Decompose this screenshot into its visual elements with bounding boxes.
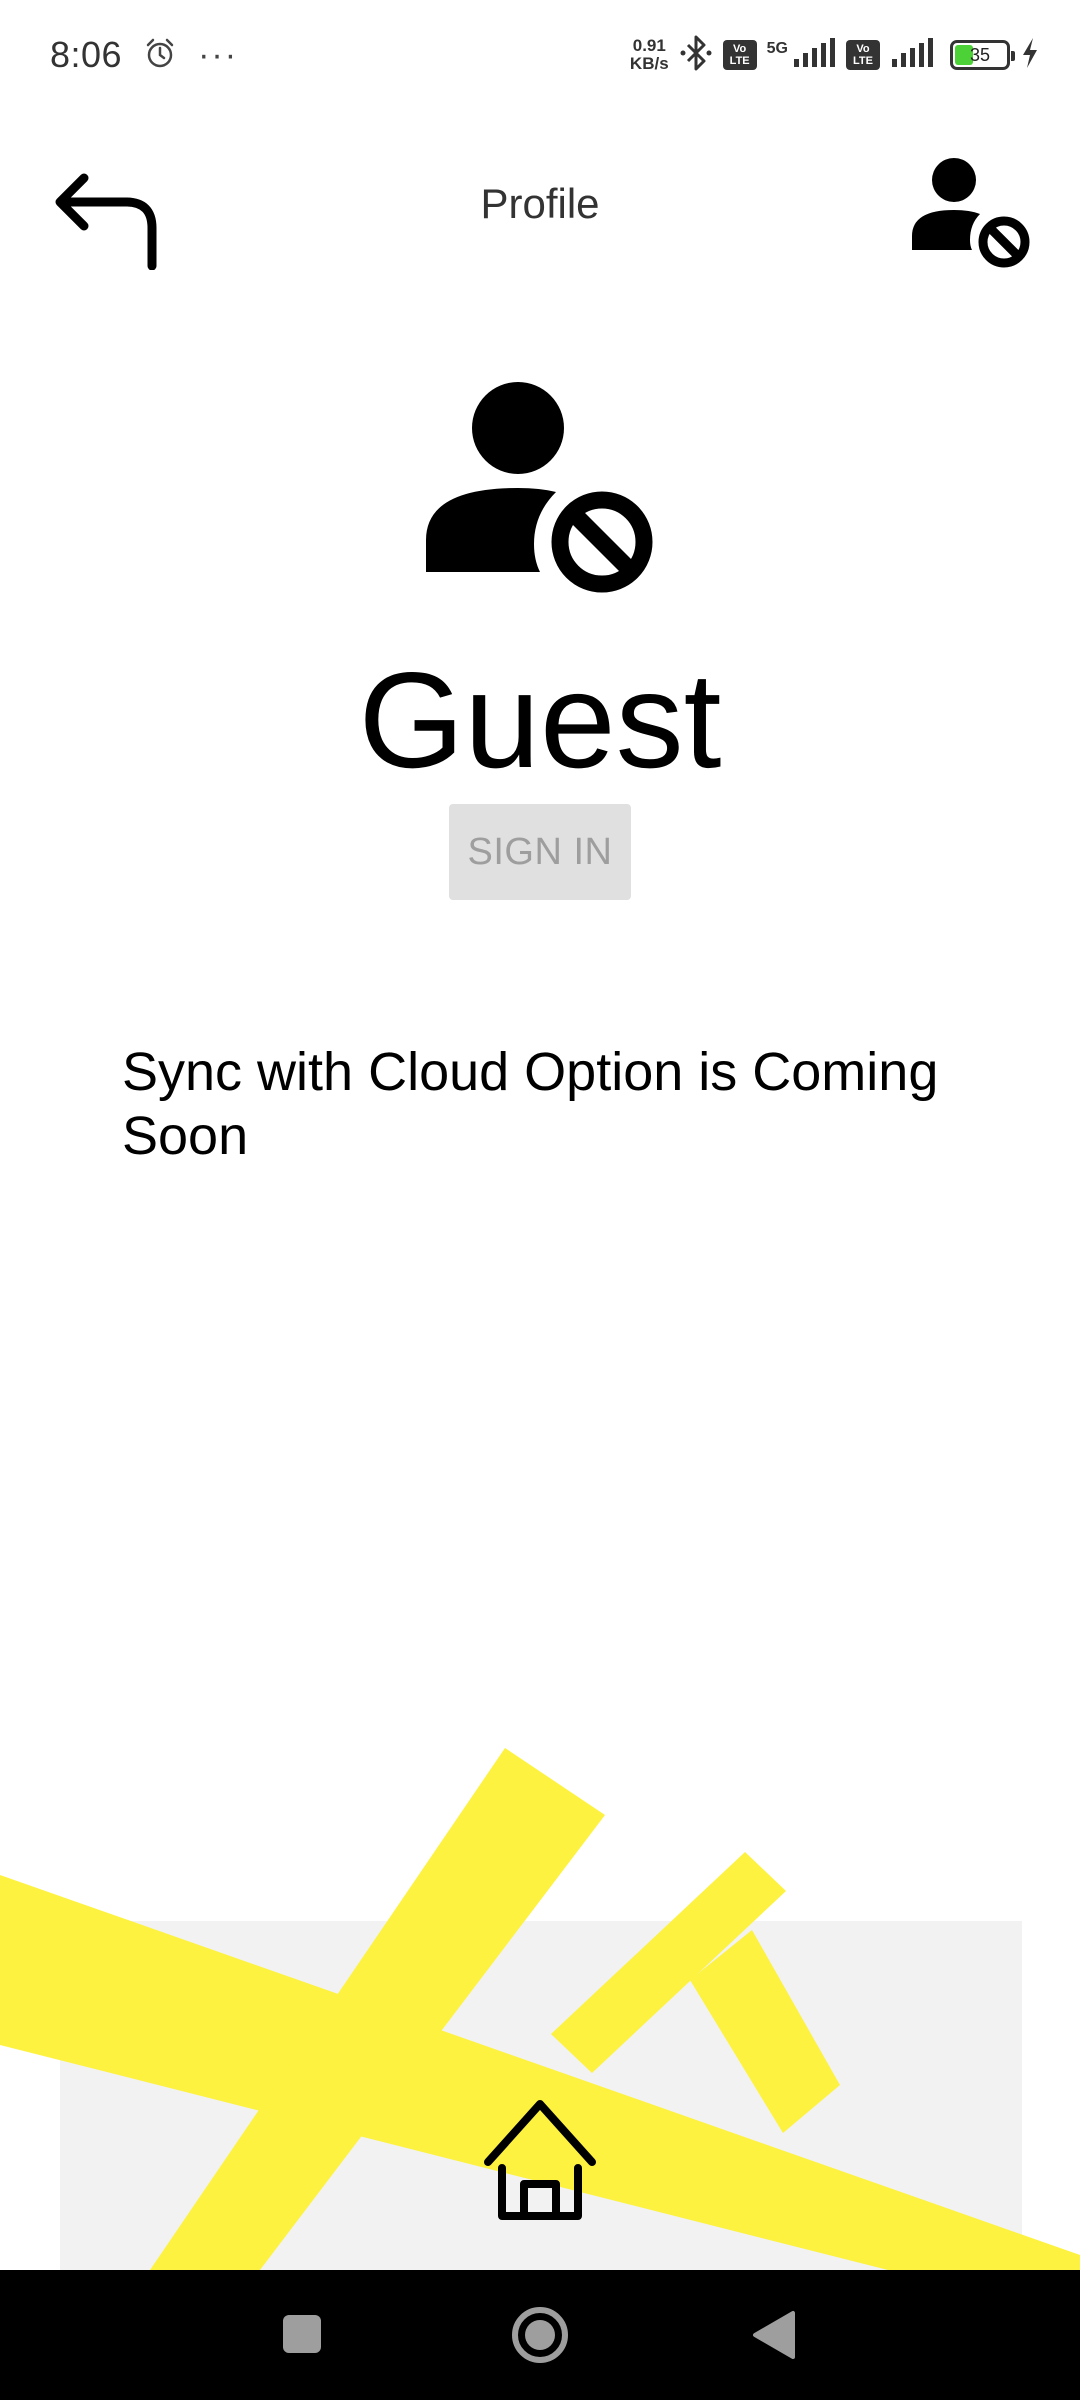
home-button[interactable] bbox=[470, 2090, 610, 2230]
volte-icon: Vo LTE bbox=[846, 40, 880, 70]
alarm-icon bbox=[144, 37, 176, 74]
profile-name: Guest bbox=[358, 644, 722, 796]
system-navigation-bar bbox=[0, 2270, 1080, 2400]
volte-label-top: Vo bbox=[733, 43, 747, 55]
profile-avatar bbox=[410, 380, 670, 600]
network-speed-unit: KB/s bbox=[629, 54, 669, 73]
volte-label-bottom: LTE bbox=[853, 55, 873, 67]
volte-label-top: Vo bbox=[856, 43, 870, 55]
recents-square-icon bbox=[283, 2315, 321, 2353]
status-time: 8:06 bbox=[50, 34, 123, 75]
charging-icon bbox=[1020, 37, 1040, 74]
home-nav-button[interactable] bbox=[500, 2295, 580, 2375]
status-left: 8:06 ··· bbox=[50, 34, 238, 76]
recents-button[interactable] bbox=[263, 2295, 343, 2375]
signal-icon bbox=[792, 37, 836, 74]
status-right: 0.91 KB/s Vo LTE 5G Vo LTE 35 bbox=[630, 34, 1040, 77]
back-nav-button[interactable] bbox=[737, 2295, 817, 2375]
volte-icon: Vo LTE bbox=[722, 40, 757, 70]
signal-icon bbox=[890, 37, 940, 74]
network-type: 5G bbox=[766, 39, 788, 57]
battery-icon: 35 bbox=[950, 40, 1015, 70]
volte-label-bottom: LTE bbox=[729, 55, 750, 67]
bluetooth-icon bbox=[679, 34, 713, 77]
sign-in-button[interactable]: SIGN IN bbox=[449, 804, 631, 900]
network-speed-value: 0.91 bbox=[632, 36, 666, 55]
status-bar: 8:06 ··· 0.91 KB/s Vo LTE 5G Vo LTE 35 bbox=[0, 0, 1080, 110]
battery-level: 35 bbox=[969, 44, 991, 65]
user-blocked-icon bbox=[912, 158, 1030, 268]
network-speed: 0.91 KB/s bbox=[630, 37, 669, 73]
back-triangle-icon bbox=[753, 2311, 795, 2359]
user-blocked-icon bbox=[426, 382, 653, 593]
app-header: Profile bbox=[0, 130, 1080, 280]
home-icon bbox=[484, 2100, 596, 2220]
home-circle-icon bbox=[512, 2307, 568, 2363]
more-notifications-icon: ··· bbox=[198, 36, 239, 74]
account-button[interactable] bbox=[912, 150, 1032, 270]
sync-coming-soon-message: Sync with Cloud Option is Coming Soon bbox=[122, 1042, 939, 1166]
